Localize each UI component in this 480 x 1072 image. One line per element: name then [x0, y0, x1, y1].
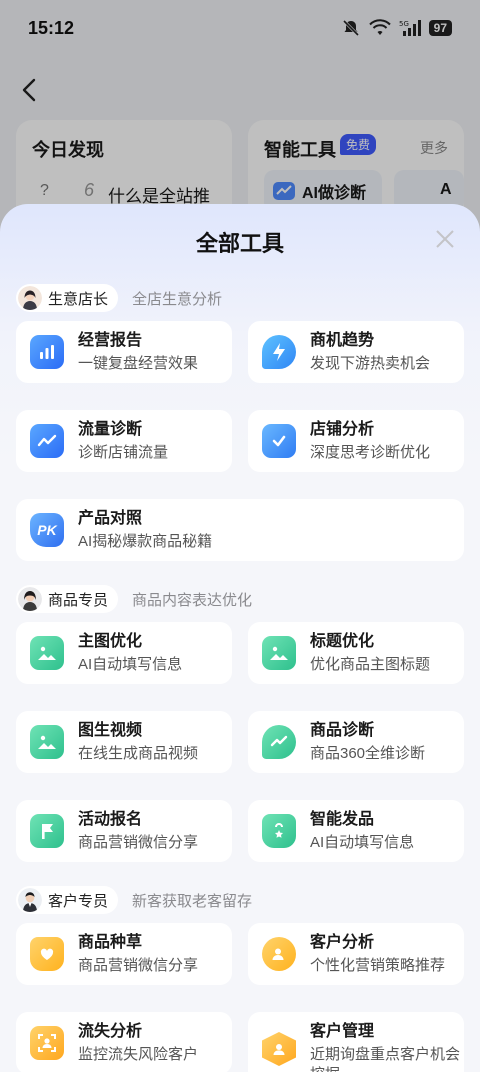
- tool-product-diagnosis[interactable]: 商品诊断商品360全维诊断: [248, 711, 464, 773]
- heart-bag-icon: [30, 937, 64, 971]
- section-header-customer-specialist: 客户专员 新客获取老客留存: [16, 886, 252, 914]
- tool-desc: 近期询盘重点客户机会挖掘: [310, 1046, 461, 1072]
- tool-name: 活动报名: [78, 810, 143, 828]
- section-desc: 全店生意分析: [132, 290, 223, 308]
- tool-product-seeding[interactable]: 商品种草商品营销微信分享: [16, 923, 232, 985]
- user-scan-icon: [30, 1026, 64, 1060]
- tool-desc: 商品营销微信分享: [78, 956, 199, 974]
- tool-name: 智能发品: [310, 810, 375, 828]
- tool-product-compare[interactable]: PK 产品对照 AI揭秘爆款商品秘籍: [16, 499, 464, 561]
- section-name: 客户专员: [48, 892, 109, 910]
- tool-main-image-optimize[interactable]: 主图优化 AI自动填写信息: [16, 622, 232, 684]
- tool-desc: 优化商品主图标题: [310, 655, 431, 673]
- close-icon[interactable]: [434, 228, 456, 250]
- section-badge: 客户专员: [16, 886, 119, 914]
- tool-customer-analysis[interactable]: 客户分析个性化营销策略推荐: [248, 923, 464, 985]
- section-desc: 商品内容表达优化: [132, 591, 253, 609]
- tool-name: 流量诊断: [78, 420, 143, 438]
- lightning-icon: [262, 335, 296, 369]
- tool-store-analysis[interactable]: 店铺分析深度思考诊断优化: [248, 410, 464, 472]
- pk-label: PK: [37, 522, 57, 538]
- pk-icon: PK: [30, 513, 64, 547]
- tool-traffic-diagnosis[interactable]: 流量诊断诊断店铺流量: [16, 410, 232, 472]
- trend-icon: [30, 424, 64, 458]
- tool-name: 客户分析: [310, 933, 375, 951]
- tool-name: 商品诊断: [310, 721, 375, 739]
- tool-event-signup[interactable]: 活动报名商品营销微信分享: [16, 800, 232, 862]
- tool-name: 客户管理: [310, 1023, 375, 1040]
- section-name: 生意店长: [48, 290, 109, 308]
- tool-name: 经营报告: [78, 331, 143, 349]
- tool-opportunity-trend[interactable]: 商机趋势发现下游热卖机会: [248, 321, 464, 383]
- section-badge: 生意店长: [16, 284, 119, 312]
- avatar: [18, 286, 42, 310]
- image-icon: [262, 636, 296, 670]
- all-tools-sheet: 全部工具 生意店长 全店生意分析 经营报告一键复盘经营效果 商机趋势发现下游热卖…: [0, 204, 480, 1072]
- chat-trend-icon: [262, 725, 296, 759]
- section-desc: 新客获取老客留存: [132, 892, 253, 910]
- image-icon: [30, 636, 64, 670]
- tool-image-to-video[interactable]: 图生视频在线生成商品视频: [16, 711, 232, 773]
- tool-name: 店铺分析: [310, 420, 375, 438]
- tool-name: 主图优化: [78, 632, 143, 650]
- image-icon: [30, 725, 64, 759]
- flag-icon: [30, 814, 64, 848]
- section-header-product-specialist: 商品专员 商品内容表达优化: [16, 585, 252, 613]
- tool-desc: 个性化营销策略推荐: [310, 956, 446, 974]
- section-header-business-manager: 生意店长 全店生意分析: [16, 284, 222, 312]
- tool-name: 商机趋势: [310, 331, 375, 349]
- sheet-title: 全部工具: [195, 231, 284, 256]
- tool-desc: 一键复盘经营效果: [78, 354, 199, 372]
- tool-desc: 商品营销微信分享: [78, 833, 199, 851]
- tool-desc: 深度思考诊断优化: [310, 443, 431, 461]
- tool-name: 标题优化: [310, 632, 375, 650]
- shopping-bag-icon: [262, 814, 296, 848]
- tool-name: 商品种草: [78, 933, 143, 951]
- tool-desc: AI揭秘爆款商品秘籍: [78, 532, 213, 550]
- tool-smart-publish[interactable]: 智能发品 AI自动填写信息: [248, 800, 464, 862]
- tool-business-report[interactable]: 经营报告一键复盘经营效果: [16, 321, 232, 383]
- clipboard-check-icon: [262, 424, 296, 458]
- user-search-icon: [262, 937, 296, 971]
- tool-desc: 在线生成商品视频: [78, 744, 199, 762]
- tool-title-optimize[interactable]: 标题优化优化商品主图标题: [248, 622, 464, 684]
- tool-desc: 诊断店铺流量: [78, 443, 169, 461]
- tool-customer-management[interactable]: 客户管理近期询盘重点客户机会挖掘: [248, 1012, 464, 1072]
- tool-desc: 发现下游热卖机会: [310, 354, 431, 372]
- tool-name: 图生视频: [78, 721, 143, 739]
- tool-name: 产品对照: [78, 509, 143, 527]
- tool-churn-analysis[interactable]: 流失分析监控流失风险客户: [16, 1012, 232, 1072]
- tool-desc: AI自动填写信息: [310, 833, 415, 851]
- tool-name: 流失分析: [78, 1022, 143, 1040]
- avatar: [18, 888, 42, 912]
- tool-desc: 商品360全维诊断: [310, 744, 426, 762]
- avatar: [18, 587, 42, 611]
- tool-desc: 监控流失风险客户: [78, 1045, 199, 1063]
- user-hex-icon: [262, 1032, 296, 1066]
- tool-desc: AI自动填写信息: [78, 655, 183, 673]
- bar-chart-icon: [30, 335, 64, 369]
- section-badge: 商品专员: [16, 585, 119, 613]
- section-name: 商品专员: [48, 591, 109, 609]
